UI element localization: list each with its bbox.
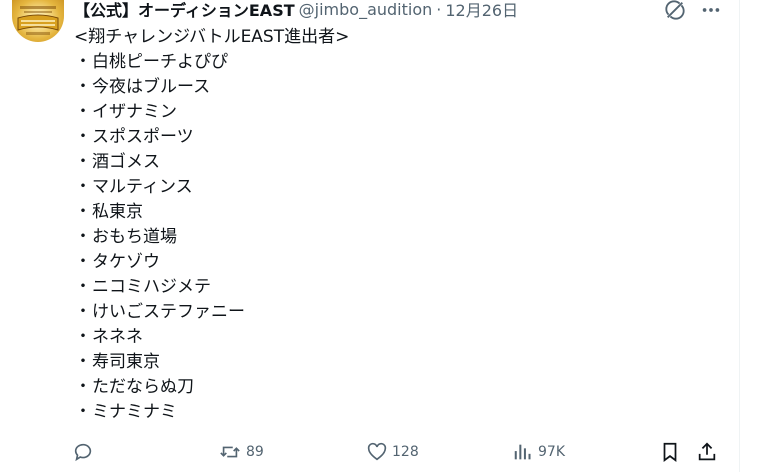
finalist-name: 寿司東京 bbox=[92, 352, 160, 372]
finalist-name: けいごステファニー bbox=[92, 302, 245, 322]
bookmark-icon bbox=[659, 441, 681, 463]
list-bullet: ・ bbox=[74, 377, 92, 397]
finalist-name: おもち道場 bbox=[92, 227, 177, 247]
finalist-name: 私東京 bbox=[92, 202, 143, 222]
retweet-button[interactable]: 89 bbox=[218, 437, 264, 467]
author-display-name[interactable]: 【公式】オーディションEAST bbox=[74, 0, 295, 21]
finalist-item: ・白桃ピーチよぴぴ bbox=[74, 50, 714, 75]
finalist-item: ・私東京 bbox=[74, 200, 714, 225]
share-icon bbox=[696, 441, 718, 463]
finalist-item: ・けいごステファニー bbox=[74, 300, 714, 325]
finalist-name: イザナミン bbox=[92, 102, 177, 122]
tweet-text: <翔チャレンジバトルEAST進出者> ・白桃ピーチよぴぴ ・今夜はブルース ・イザナ… bbox=[74, 25, 714, 425]
views-count: 97K bbox=[538, 444, 565, 460]
list-bullet: ・ bbox=[74, 402, 92, 422]
finalist-name: マルティンス bbox=[92, 177, 193, 197]
finalist-name: タケゾウ bbox=[92, 252, 160, 272]
finalist-item: ・イザナミン bbox=[74, 100, 714, 125]
list-bullet: ・ bbox=[74, 277, 92, 297]
tweet-action-bar: 89 128 97K bbox=[72, 437, 722, 467]
finalist-item: ・今夜はブルース bbox=[74, 75, 714, 100]
like-count: 128 bbox=[392, 444, 419, 460]
finalist-name: ただならぬ刀 bbox=[92, 377, 194, 397]
finalist-item: ・ただならぬ刀 bbox=[74, 375, 714, 400]
list-bullet: ・ bbox=[74, 252, 92, 272]
list-bullet: ・ bbox=[74, 52, 92, 72]
list-bullet: ・ bbox=[74, 327, 92, 347]
tweet-page: 【公式】オーディションEAST @jimbo_audition · 12月26日… bbox=[0, 0, 761, 472]
finalist-item: ・スポスポーツ bbox=[74, 125, 714, 150]
finalist-item: ・寿司東京 bbox=[74, 350, 714, 375]
share-button[interactable] bbox=[696, 437, 718, 467]
finalist-name: スポスポーツ bbox=[92, 127, 194, 147]
header-separator: · bbox=[436, 0, 442, 19]
list-bullet: ・ bbox=[74, 202, 92, 222]
list-bullet: ・ bbox=[74, 177, 92, 197]
finalist-name: 白桃ピーチよぴぴ bbox=[92, 52, 228, 72]
finalist-name: ネネネ bbox=[92, 327, 143, 347]
list-bullet: ・ bbox=[74, 102, 92, 122]
list-bullet: ・ bbox=[74, 152, 92, 172]
audition-logo-avatar[interactable] bbox=[12, 0, 64, 42]
heart-icon bbox=[366, 441, 388, 463]
reply-button[interactable] bbox=[72, 437, 98, 467]
tweet-heading: <翔チャレンジバトルEAST進出者> bbox=[74, 27, 350, 47]
grok-icon[interactable] bbox=[662, 0, 688, 23]
tweet-header: 【公式】オーディションEAST @jimbo_audition · 12月26日 bbox=[74, 0, 518, 21]
finalist-item: ・マルティンス bbox=[74, 175, 714, 200]
list-bullet: ・ bbox=[74, 302, 92, 322]
finalist-name: 酒ゴメス bbox=[92, 152, 160, 172]
list-bullet: ・ bbox=[74, 352, 92, 372]
finalist-item: ・タケゾウ bbox=[74, 250, 714, 275]
reply-icon bbox=[72, 441, 94, 463]
finalist-name: 今夜はブルース bbox=[92, 77, 211, 97]
finalist-item: ・ミナミナミ bbox=[74, 400, 714, 425]
more-icon[interactable] bbox=[698, 0, 724, 23]
author-handle[interactable]: @jimbo_audition bbox=[299, 0, 433, 19]
finalist-item: ・酒ゴメス bbox=[74, 150, 714, 175]
finalist-item: ・ニコミハジメテ bbox=[74, 275, 714, 300]
retweet-count: 89 bbox=[246, 444, 264, 460]
views-button[interactable]: 97K bbox=[512, 437, 565, 467]
tweet-date[interactable]: 12月26日 bbox=[445, 0, 518, 21]
views-icon bbox=[512, 441, 534, 463]
header-icons bbox=[662, 0, 724, 23]
retweet-icon bbox=[218, 441, 242, 463]
bookmark-button[interactable] bbox=[659, 437, 681, 467]
list-bullet: ・ bbox=[74, 77, 92, 97]
list-bullet: ・ bbox=[74, 227, 92, 247]
like-button[interactable]: 128 bbox=[366, 437, 419, 467]
finalist-name: ニコミハジメテ bbox=[92, 277, 211, 297]
list-bullet: ・ bbox=[74, 127, 92, 147]
finalist-name: ミナミナミ bbox=[92, 402, 177, 422]
timeline-divider bbox=[739, 0, 740, 472]
finalist-list: ・白桃ピーチよぴぴ ・今夜はブルース ・イザナミン ・スポスポーツ ・酒ゴメス ・マルティ… bbox=[74, 50, 714, 425]
finalist-item: ・おもち道場 bbox=[74, 225, 714, 250]
finalist-item: ・ネネネ bbox=[74, 325, 714, 350]
